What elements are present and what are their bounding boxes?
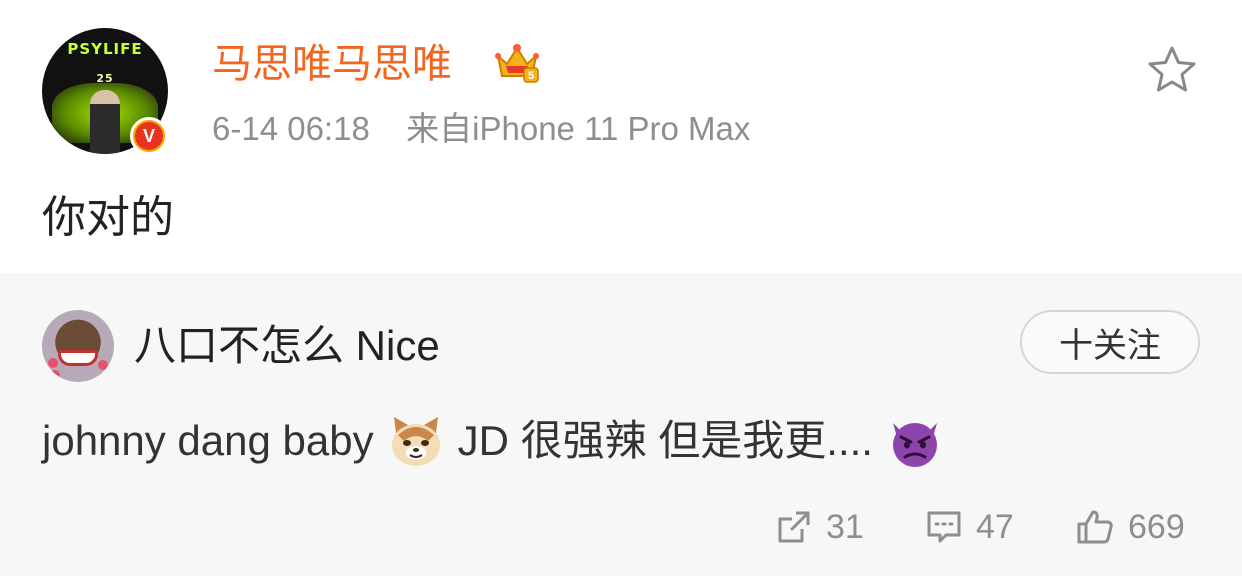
avatar-logo-text: PSYLIFE (67, 40, 143, 58)
repost-card[interactable]: 八口不怎么 Nice 十关注 johnny dang baby JD 很强辣 但… (0, 273, 1242, 576)
avatar-heart (98, 360, 108, 370)
star-icon[interactable] (1146, 44, 1198, 96)
repost-text-part2: JD 很强辣 但是我更.... (457, 417, 873, 464)
vip-crown-icon: 5 (495, 44, 539, 83)
avatar-heart (50, 370, 60, 380)
avatar-mouth (58, 350, 98, 366)
comment-icon (927, 511, 961, 543)
post-content: 你对的 (42, 193, 174, 242)
like-count: 669 (1128, 507, 1185, 546)
thumbs-up-icon (1077, 510, 1113, 544)
avatar-figure (90, 90, 120, 154)
share-count: 31 (826, 507, 864, 546)
share-icon (778, 511, 810, 543)
avatar-logo-sub: 25 (96, 72, 114, 85)
verified-badge: V (130, 117, 168, 155)
repost-user-avatar[interactable] (42, 310, 114, 382)
repost-text-part1: johnny dang baby (42, 417, 374, 464)
action-bar: 31 47 669 (0, 501, 1242, 553)
share-action[interactable]: 31 (776, 501, 864, 553)
repost-username[interactable]: 八口不怎么 Nice (134, 315, 440, 377)
cat-face-icon (391, 417, 440, 466)
follow-button[interactable]: 十关注 (1020, 310, 1200, 374)
avatar-heart (48, 358, 58, 368)
devil-face-icon (892, 423, 937, 467)
post-source: 来自iPhone 11 Pro Max (406, 110, 751, 147)
like-action[interactable]: 669 (1076, 501, 1185, 553)
post-meta: 6-14 06:18 来自iPhone 11 Pro Max (212, 106, 750, 152)
post-card: PSYLIFE 25 V 马思唯马思唯 5 6-14 06:18 来自iPhon… (0, 0, 1242, 273)
post-timestamp: 6-14 06:18 (212, 110, 370, 147)
comment-action[interactable]: 47 (926, 501, 1014, 553)
repost-text: johnny dang baby JD 很强辣 但是我更.... (42, 411, 957, 471)
verified-badge-letter: V (135, 122, 163, 150)
author-name[interactable]: 马思唯马思唯 (212, 36, 452, 92)
svg-text:5: 5 (528, 70, 534, 82)
comment-count: 47 (976, 507, 1014, 546)
